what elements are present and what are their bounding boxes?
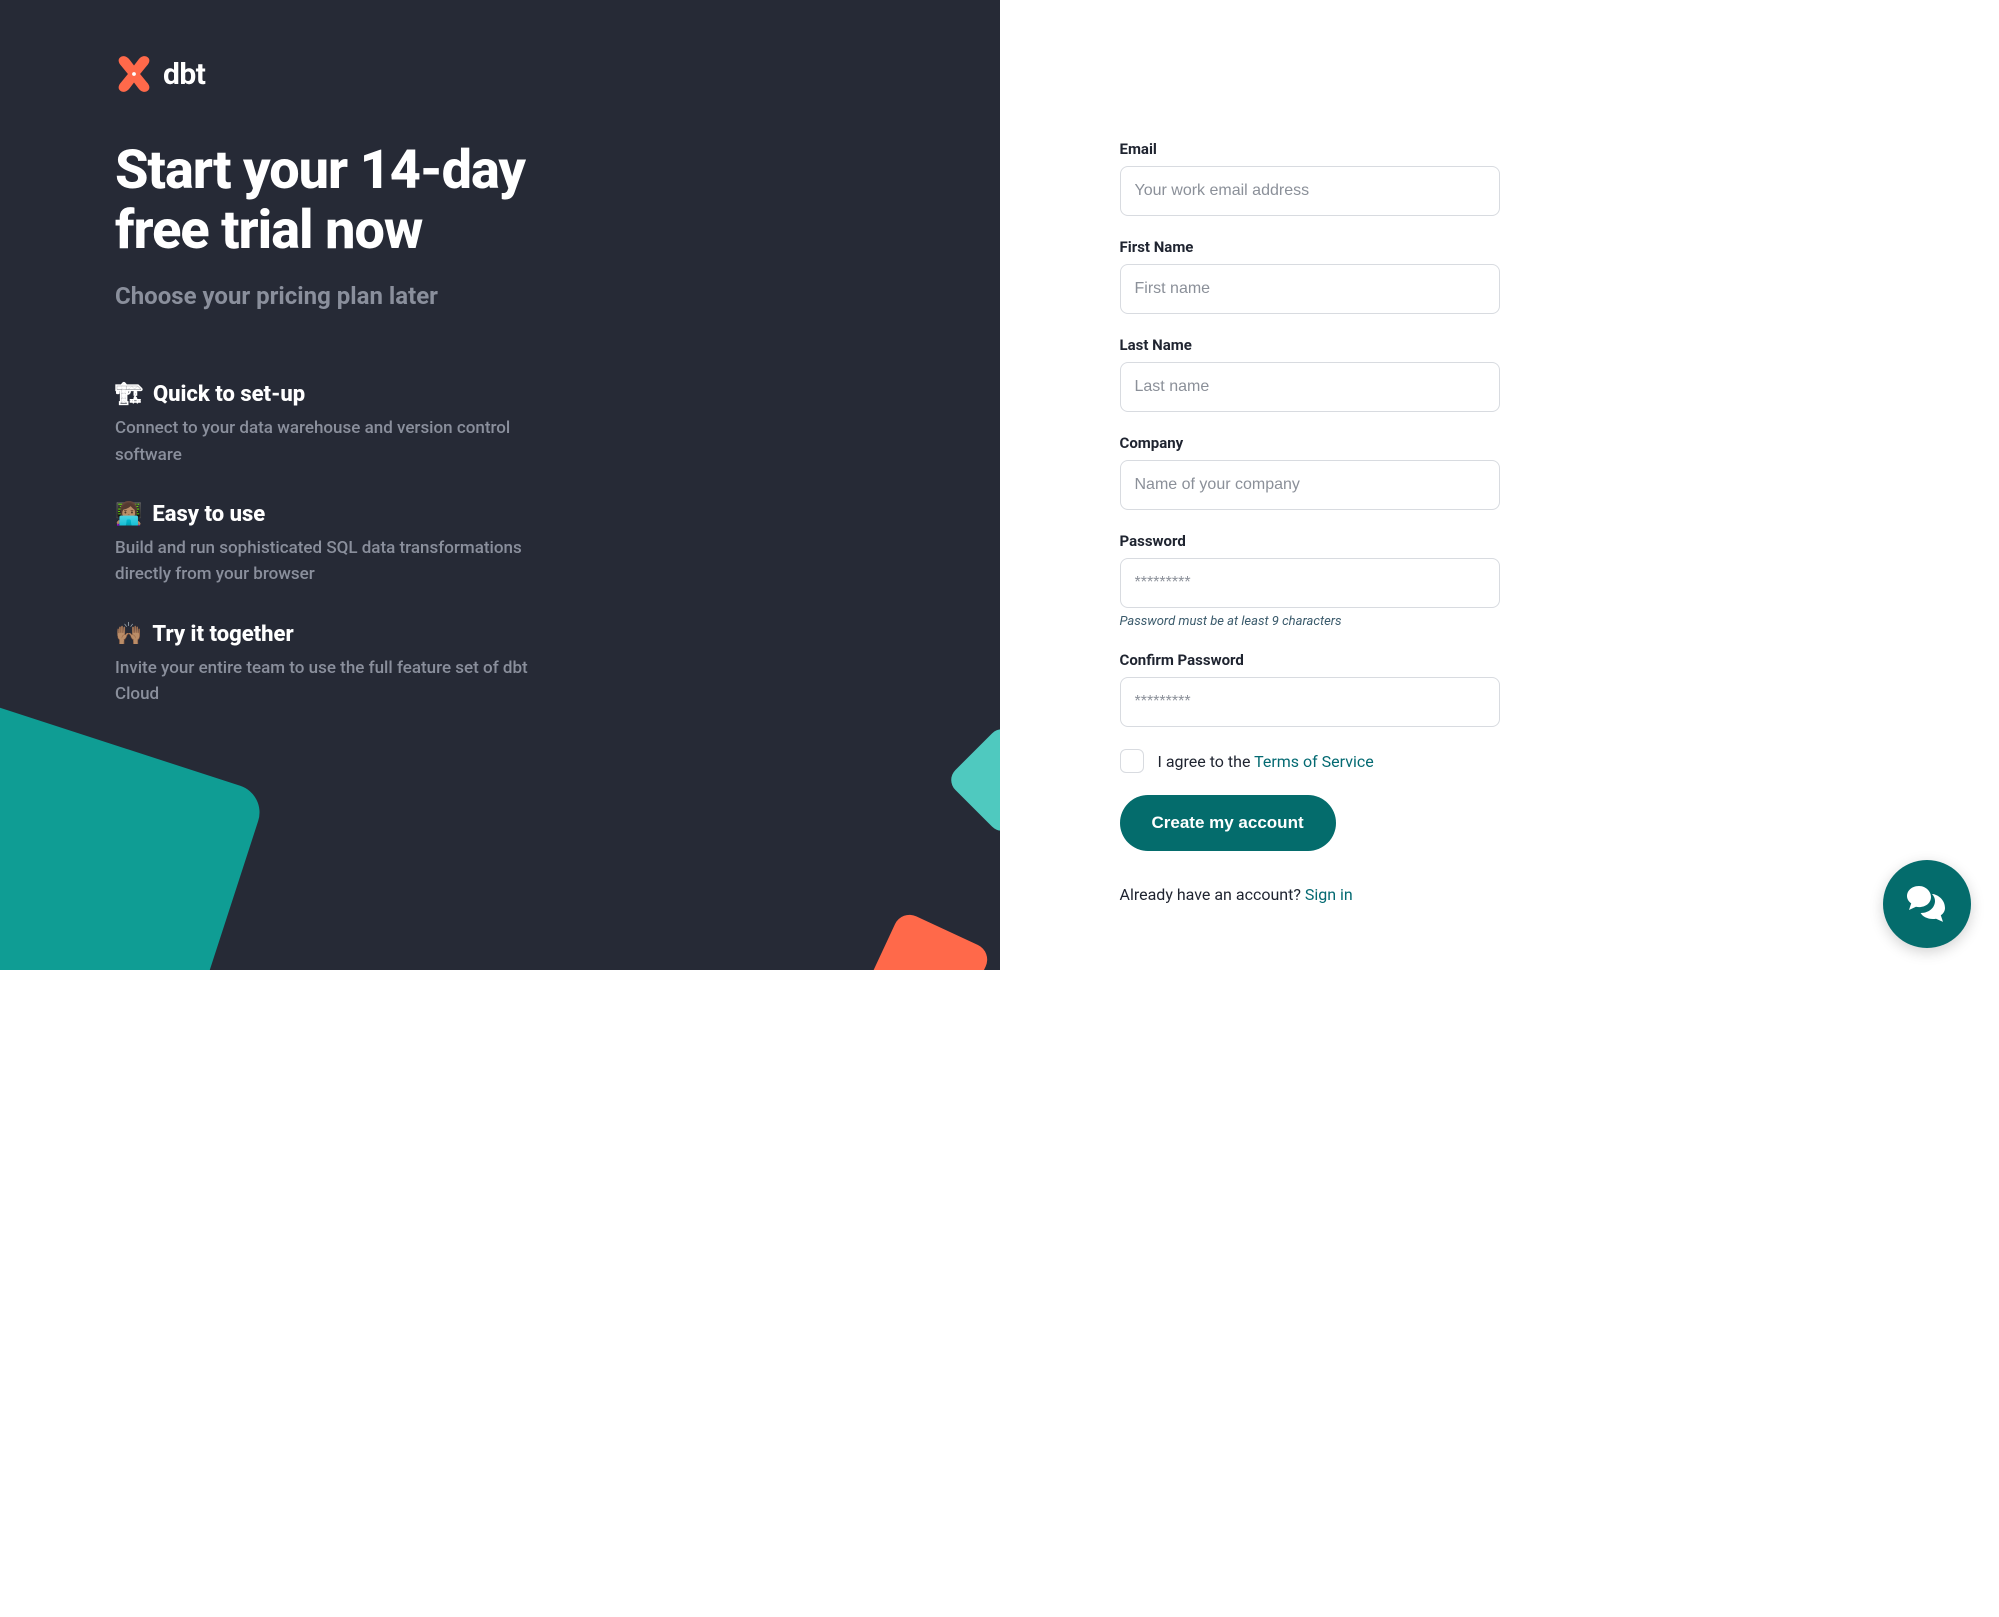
signin-row: Already have an account? Sign in bbox=[1120, 885, 1500, 904]
email-field[interactable] bbox=[1120, 166, 1500, 216]
password-label: Password bbox=[1120, 532, 1500, 550]
create-account-button[interactable]: Create my account bbox=[1120, 795, 1336, 851]
crane-icon: 🏗 bbox=[115, 382, 143, 407]
password-hint: Password must be at least 9 characters bbox=[1120, 614, 1500, 629]
tos-checkbox[interactable] bbox=[1120, 749, 1144, 773]
feature-title: Quick to set-up bbox=[153, 382, 305, 407]
feature-desc: Connect to your data warehouse and versi… bbox=[115, 415, 545, 468]
dbt-logo-icon bbox=[115, 55, 153, 93]
signup-page: dbt Start your 14-day free trial now Cho… bbox=[0, 0, 1999, 970]
feature-desc: Build and run sophisticated SQL data tra… bbox=[115, 535, 545, 588]
headline: Start your 14-day free trial now bbox=[115, 141, 535, 262]
tos-text: I agree to the Terms of Service bbox=[1158, 752, 1374, 771]
last-name-label: Last Name bbox=[1120, 336, 1500, 354]
decor-shape-mint bbox=[945, 723, 1000, 836]
chat-button[interactable] bbox=[1883, 860, 1971, 948]
tos-prefix: I agree to the bbox=[1158, 752, 1255, 771]
tos-row: I agree to the Terms of Service bbox=[1120, 749, 1500, 773]
first-name-field[interactable] bbox=[1120, 264, 1500, 314]
confirm-password-label: Confirm Password bbox=[1120, 651, 1500, 669]
right-panel: Email First Name Last Name Company Passw… bbox=[1000, 0, 1999, 970]
feature-try-together: 🙌🏽 Try it together Invite your entire te… bbox=[115, 622, 545, 708]
raised-hands-icon: 🙌🏽 bbox=[115, 622, 142, 647]
brand-name: dbt bbox=[163, 57, 205, 92]
subheadline: Choose your pricing plan later bbox=[115, 280, 535, 312]
feature-list: 🏗 Quick to set-up Connect to your data w… bbox=[115, 382, 545, 707]
confirm-password-field[interactable] bbox=[1120, 677, 1500, 727]
last-name-field[interactable] bbox=[1120, 362, 1500, 412]
decor-shape-orange bbox=[859, 910, 992, 970]
signin-prefix: Already have an account? bbox=[1120, 885, 1305, 904]
feature-quick-setup: 🏗 Quick to set-up Connect to your data w… bbox=[115, 382, 545, 468]
signin-link[interactable]: Sign in bbox=[1305, 885, 1353, 904]
feature-title: Try it together bbox=[152, 622, 293, 647]
email-label: Email bbox=[1120, 140, 1500, 158]
chat-icon bbox=[1903, 878, 1951, 930]
technologist-icon: 👩🏽‍💻 bbox=[115, 502, 142, 527]
password-field[interactable] bbox=[1120, 558, 1500, 608]
left-panel: dbt Start your 14-day free trial now Cho… bbox=[0, 0, 1000, 970]
tos-link[interactable]: Terms of Service bbox=[1254, 752, 1374, 771]
feature-title: Easy to use bbox=[152, 502, 265, 527]
first-name-label: First Name bbox=[1120, 238, 1500, 256]
feature-desc: Invite your entire team to use the full … bbox=[115, 655, 545, 708]
decor-shape-teal bbox=[0, 683, 267, 970]
feature-easy-to-use: 👩🏽‍💻 Easy to use Build and run sophistic… bbox=[115, 502, 545, 588]
brand-logo: dbt bbox=[115, 55, 940, 93]
company-field[interactable] bbox=[1120, 460, 1500, 510]
signup-form: Email First Name Last Name Company Passw… bbox=[1120, 140, 1500, 904]
company-label: Company bbox=[1120, 434, 1500, 452]
